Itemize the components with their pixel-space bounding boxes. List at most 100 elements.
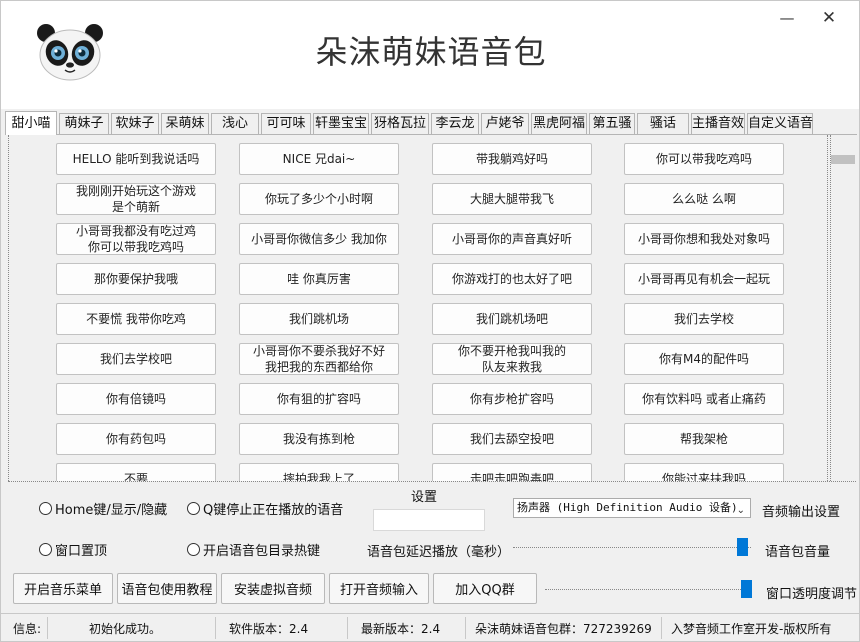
settings-label: 设置 — [411, 490, 438, 505]
audio-device-value: 扬声器 (High Definition Audio 设备) — [517, 501, 738, 514]
sound-button[interactable]: 走吧走吧跑毒吧 — [432, 463, 592, 481]
sound-button[interactable]: 么么哒 么啊 — [624, 183, 784, 215]
join-qq-group-button[interactable]: 加入QQ群 — [433, 573, 537, 604]
volume-label: 语音包音量 — [765, 545, 831, 560]
audio-output-label: 音频输出设置 — [762, 505, 841, 520]
tab-1[interactable]: 萌妹子 — [59, 113, 109, 134]
status-bar: 信息: 初始化成功。 软件版本：2.4 最新版本：2.4 朵沫萌妹语音包群：72… — [1, 613, 859, 641]
sound-button[interactable]: 我们去学校吧 — [56, 343, 216, 375]
open-audio-input-button[interactable]: 打开音频输入 — [329, 573, 429, 604]
sound-button[interactable]: 小哥哥我都没有吃过鸡 你可以带我吃鸡吗 — [56, 223, 216, 255]
sound-button[interactable]: HELLO 能听到我说话吗 — [56, 143, 216, 175]
radio-home-toggle[interactable]: Home键/显示/隐藏 — [39, 499, 167, 518]
software-version: 软件版本：2.4 — [229, 622, 309, 636]
radio-circle-icon — [187, 502, 200, 515]
chevron-down-icon: ⌄ — [736, 505, 745, 516]
sound-button[interactable]: 小哥哥再见有机会一起玩 — [624, 263, 784, 295]
app-title: 朵沫萌妹语音包 — [315, 33, 547, 71]
sound-button[interactable]: 你有药包吗 — [56, 423, 216, 455]
delay-label: 语音包延迟播放（毫秒） — [367, 545, 511, 560]
sound-button[interactable]: 大腿大腿带我飞 — [432, 183, 592, 215]
tab-5[interactable]: 可可味 — [261, 113, 311, 134]
radio-q-label: Q键停止正在播放的语音 — [203, 503, 344, 518]
sound-button[interactable]: NICE 兄dai~ — [239, 143, 399, 175]
sound-button[interactable]: 小哥哥你的声音真好听 — [432, 223, 592, 255]
volume-slider-track[interactable] — [513, 547, 751, 549]
tab-4[interactable]: 浅心 — [211, 113, 259, 134]
opacity-slider-track[interactable] — [545, 589, 751, 591]
qq-group-number: 朵沫萌妹语音包群：727239269 — [475, 622, 652, 636]
tab-9[interactable]: 卢姥爷 — [481, 113, 529, 134]
sound-button[interactable]: 你有M4的配件吗 — [624, 343, 784, 375]
status-info-value: 初始化成功。 — [89, 622, 162, 636]
sound-button[interactable]: 你游戏打的也太好了吧 — [432, 263, 592, 295]
sound-button[interactable]: 你有狙的扩容吗 — [239, 383, 399, 415]
sound-button[interactable]: 你有倍镜吗 — [56, 383, 216, 415]
radio-top-label: 窗口置顶 — [55, 544, 108, 559]
sound-button[interactable]: 我们跳机场 — [239, 303, 399, 335]
status-divider — [465, 617, 466, 639]
sound-button[interactable]: 我没有拣到枪 — [239, 423, 399, 455]
title-bar: 朵沫萌妹语音包 — ✕ — [1, 1, 859, 109]
sound-button[interactable]: 你有步枪扩容吗 — [432, 383, 592, 415]
sound-button-panel: HELLO 能听到我说话吗 NICE 兄dai~ 带我躺鸡好吗 你可以带我吃鸡吗我刚刚… — [8, 135, 828, 481]
tab-3[interactable]: 呆萌妹 — [161, 113, 209, 134]
tab-8[interactable]: 李云龙 — [431, 113, 479, 134]
tab-11[interactable]: 第五骚 — [589, 113, 635, 134]
sound-button[interactable]: 我刚刚开始玩这个游戏 是个萌新 — [56, 183, 216, 215]
sound-button[interactable]: 小哥哥你想和我处对象吗 — [624, 223, 784, 255]
sound-button[interactable]: 你可以带我吃鸡吗 — [624, 143, 784, 175]
settings-field[interactable] — [373, 509, 485, 531]
volume-slider-thumb[interactable] — [737, 538, 748, 556]
sound-button[interactable]: 你不要开枪我叫我的 队友来救我 — [432, 343, 592, 375]
music-menu-button[interactable]: 开启音乐菜单 — [13, 573, 113, 604]
opacity-slider-thumb[interactable] — [741, 580, 752, 598]
sound-button[interactable]: 哇 你真厉害 — [239, 263, 399, 295]
status-divider — [215, 617, 216, 639]
radio-q-stop[interactable]: Q键停止正在播放的语音 — [187, 499, 343, 518]
status-info-label: 信息: — [13, 622, 42, 636]
tab-12[interactable]: 骚话 — [637, 113, 689, 134]
tab-0[interactable]: 甜小喵 — [5, 111, 57, 135]
sound-button[interactable]: 小哥哥你不要杀我好不好 我把我的东西都给你 — [239, 343, 399, 375]
sound-button[interactable]: 不要 — [56, 463, 216, 481]
install-virtual-audio-button[interactable]: 安装虚拟音频 — [221, 573, 325, 604]
sound-button[interactable]: 你有饮料吗 或者止痛药 — [624, 383, 784, 415]
sound-button[interactable]: 摔拍我我上了 — [239, 463, 399, 481]
sound-button[interactable]: 我们跳机场吧 — [432, 303, 592, 335]
audio-device-select[interactable]: 扬声器 (High Definition Audio 设备) ⌄ — [513, 498, 751, 518]
radio-home-label: Home键/显示/隐藏 — [55, 503, 168, 518]
tab-10[interactable]: 黑虎阿福 — [531, 113, 587, 134]
sound-button[interactable]: 你玩了多少个小时啊 — [239, 183, 399, 215]
tutorial-button[interactable]: 语音包使用教程 — [117, 573, 217, 604]
status-divider — [347, 617, 348, 639]
sound-button[interactable]: 那你要保护我哦 — [56, 263, 216, 295]
sound-button[interactable]: 帮我架枪 — [624, 423, 784, 455]
tab-6[interactable]: 轩墨宝宝 — [313, 113, 369, 134]
sound-button[interactable]: 我们去舔空投吧 — [432, 423, 592, 455]
tab-2[interactable]: 软妹子 — [111, 113, 159, 134]
radio-circle-icon — [39, 502, 52, 515]
scrollbar-thumb[interactable] — [831, 155, 855, 164]
vertical-scrollbar[interactable] — [830, 135, 855, 481]
sound-button[interactable]: 我们去学校 — [624, 303, 784, 335]
radio-window-top[interactable]: 窗口置顶 — [39, 540, 107, 559]
latest-version: 最新版本：2.4 — [361, 622, 441, 636]
sound-button[interactable]: 小哥哥你微信多少 我加你 — [239, 223, 399, 255]
close-button[interactable]: ✕ — [809, 5, 849, 31]
minimize-button[interactable]: — — [767, 5, 807, 31]
sound-button[interactable]: 不要慌 我带你吃鸡 — [56, 303, 216, 335]
tab-7[interactable]: 犽格瓦拉 — [371, 113, 429, 134]
radio-circle-icon — [39, 543, 52, 556]
tab-14[interactable]: 自定义语音 — [747, 113, 813, 134]
sound-button[interactable]: 你能过来扶我吗 — [624, 463, 784, 481]
radio-circle-icon — [187, 543, 200, 556]
panel-divider — [8, 481, 856, 482]
radio-hotkey[interactable]: 开启语音包目录热键 — [187, 540, 320, 559]
app-window: 朵沫萌妹语音包 — ✕ 甜小喵 萌妹子 软妹子 呆萌妹 浅心 可可味 轩墨宝宝 犽格瓦拉 李云龙… — [0, 0, 860, 642]
status-divider — [661, 617, 662, 639]
tab-13[interactable]: 主播音效 — [691, 113, 745, 134]
radio-hotkey-label: 开启语音包目录热键 — [203, 544, 321, 559]
sound-button[interactable]: 带我躺鸡好吗 — [432, 143, 592, 175]
status-divider — [47, 617, 48, 639]
